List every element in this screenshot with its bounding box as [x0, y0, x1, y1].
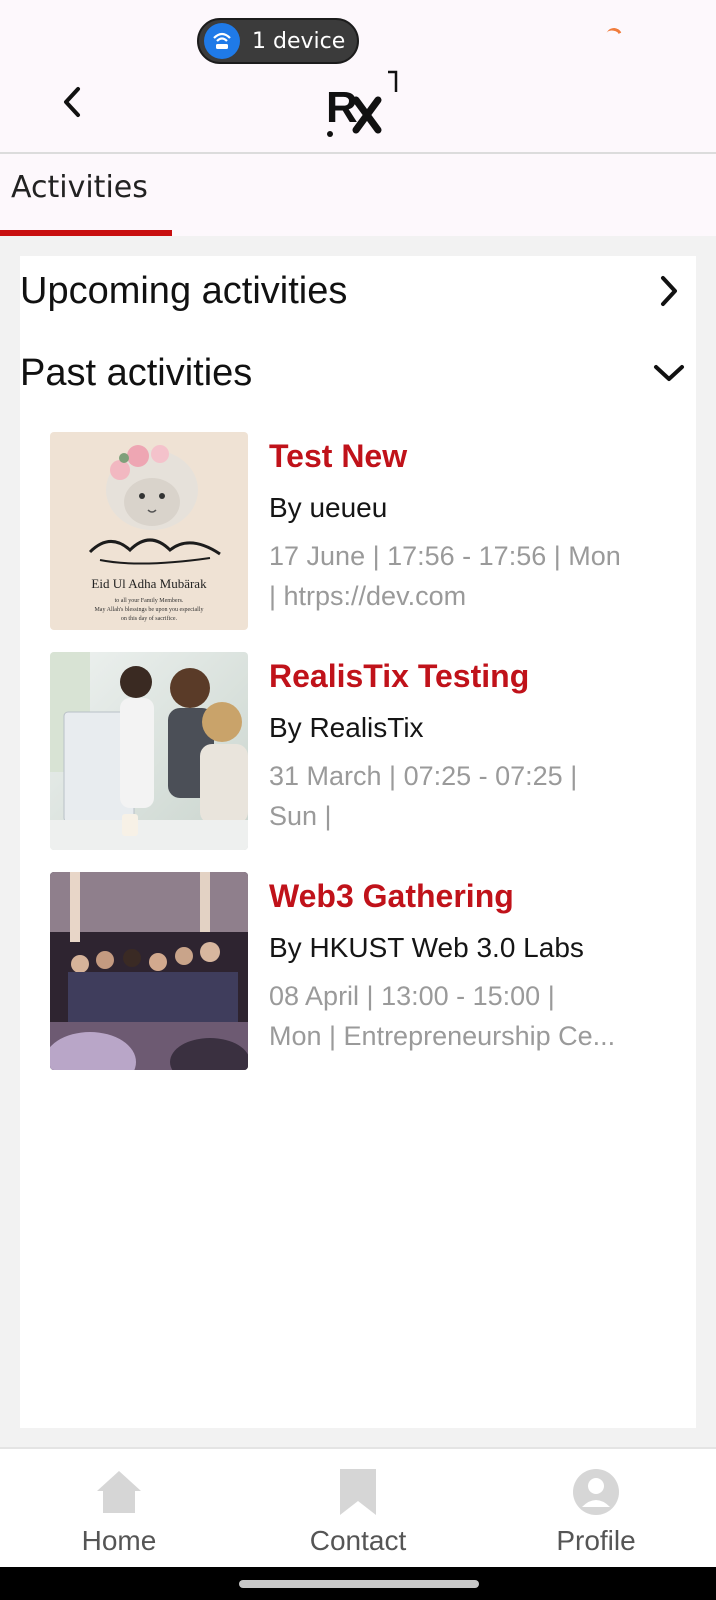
- event-meta: 08 April | 13:00 - 15:00 | Mon | Entrepr…: [269, 976, 669, 1056]
- event-meta-line: 17 June | 17:56 - 17:56 | Mon: [269, 541, 621, 571]
- bottom-navigation: Home Contact Profile: [0, 1447, 716, 1567]
- svg-text:May Allah's blessings be upon: May Allah's blessings be upon you especi…: [94, 607, 203, 613]
- event-organizer: By ueueu: [269, 492, 388, 523]
- past-activities-row[interactable]: Past activities: [20, 338, 696, 408]
- nav-profile[interactable]: Profile: [506, 1449, 686, 1569]
- event-title: Test New: [269, 438, 408, 474]
- loading-spinner-icon: [603, 25, 625, 47]
- upcoming-activities-title: Upcoming activities: [20, 269, 348, 312]
- event-title: RealisTix Testing: [269, 658, 530, 694]
- chevron-left-icon: [64, 87, 80, 117]
- app-logo: R: [326, 70, 398, 140]
- active-tab-indicator: [0, 230, 172, 236]
- nav-contact[interactable]: Contact: [268, 1449, 448, 1569]
- device-status-pill[interactable]: 1 device: [197, 18, 359, 64]
- nav-home-label: Home: [81, 1525, 157, 1556]
- upcoming-activities-row[interactable]: Upcoming activities: [20, 256, 696, 326]
- event-meta-line: Sun |: [269, 801, 332, 831]
- event-title: Web3 Gathering: [269, 878, 514, 914]
- chevron-down-icon: [652, 356, 686, 390]
- system-navigation-bar: [0, 1567, 716, 1600]
- past-activities-title: Past activities: [20, 351, 253, 394]
- wifi-icon: [204, 23, 240, 59]
- image-caption-title: Eid Ul Adha Mubärak: [91, 576, 207, 591]
- event-meta-line: Mon | Entrepreneurship Ce...: [269, 1021, 616, 1051]
- event-organizer: By HKUST Web 3.0 Labs: [269, 932, 584, 963]
- svg-text:on this day of sacrifice.: on this day of sacrifice.: [121, 615, 178, 622]
- event-meta-line: | htrps://dev.com: [269, 581, 467, 611]
- svg-text:to all your Family Members.: to all your Family Members.: [115, 598, 184, 604]
- event-card[interactable]: RealisTix Testing By RealisTix 31 March …: [50, 652, 670, 852]
- event-card[interactable]: Eid Ul Adha Mubärak to all your Family M…: [50, 432, 670, 632]
- home-icon: [93, 1467, 145, 1517]
- nav-contact-label: Contact: [309, 1525, 407, 1556]
- profile-icon: [570, 1467, 622, 1517]
- event-thumbnail: [50, 652, 248, 850]
- event-card[interactable]: Web3 Gathering By HKUST Web 3.0 Labs 08 …: [50, 872, 670, 1072]
- gesture-handle[interactable]: [239, 1580, 479, 1588]
- back-button[interactable]: [52, 82, 92, 122]
- event-meta: 31 March | 07:25 - 07:25 | Sun |: [269, 756, 669, 836]
- nav-profile-label: Profile: [556, 1525, 636, 1556]
- svg-text:R: R: [326, 83, 358, 132]
- event-meta: 17 June | 17:56 - 17:56 | Mon | htrps://…: [269, 536, 669, 616]
- nav-home[interactable]: Home: [29, 1449, 209, 1569]
- event-organizer: By RealisTix: [269, 712, 424, 743]
- event-meta-line: 31 March | 07:25 - 07:25 |: [269, 761, 578, 791]
- chevron-right-icon: [652, 274, 686, 308]
- tab-bar: Activities: [0, 154, 716, 236]
- tab-activities-label: Activities: [11, 170, 148, 205]
- event-meta-line: 08 April | 13:00 - 15:00 |: [269, 981, 555, 1011]
- activities-panel: Upcoming activities Past activities Eid …: [20, 256, 696, 1428]
- event-thumbnail: [50, 872, 248, 1070]
- bookmark-icon: [332, 1467, 384, 1517]
- device-count-label: 1 device: [252, 28, 346, 54]
- tab-activities[interactable]: Activities: [0, 154, 172, 236]
- event-thumbnail: Eid Ul Adha Mubärak to all your Family M…: [50, 432, 248, 630]
- top-app-bar: 1 device R: [0, 0, 716, 154]
